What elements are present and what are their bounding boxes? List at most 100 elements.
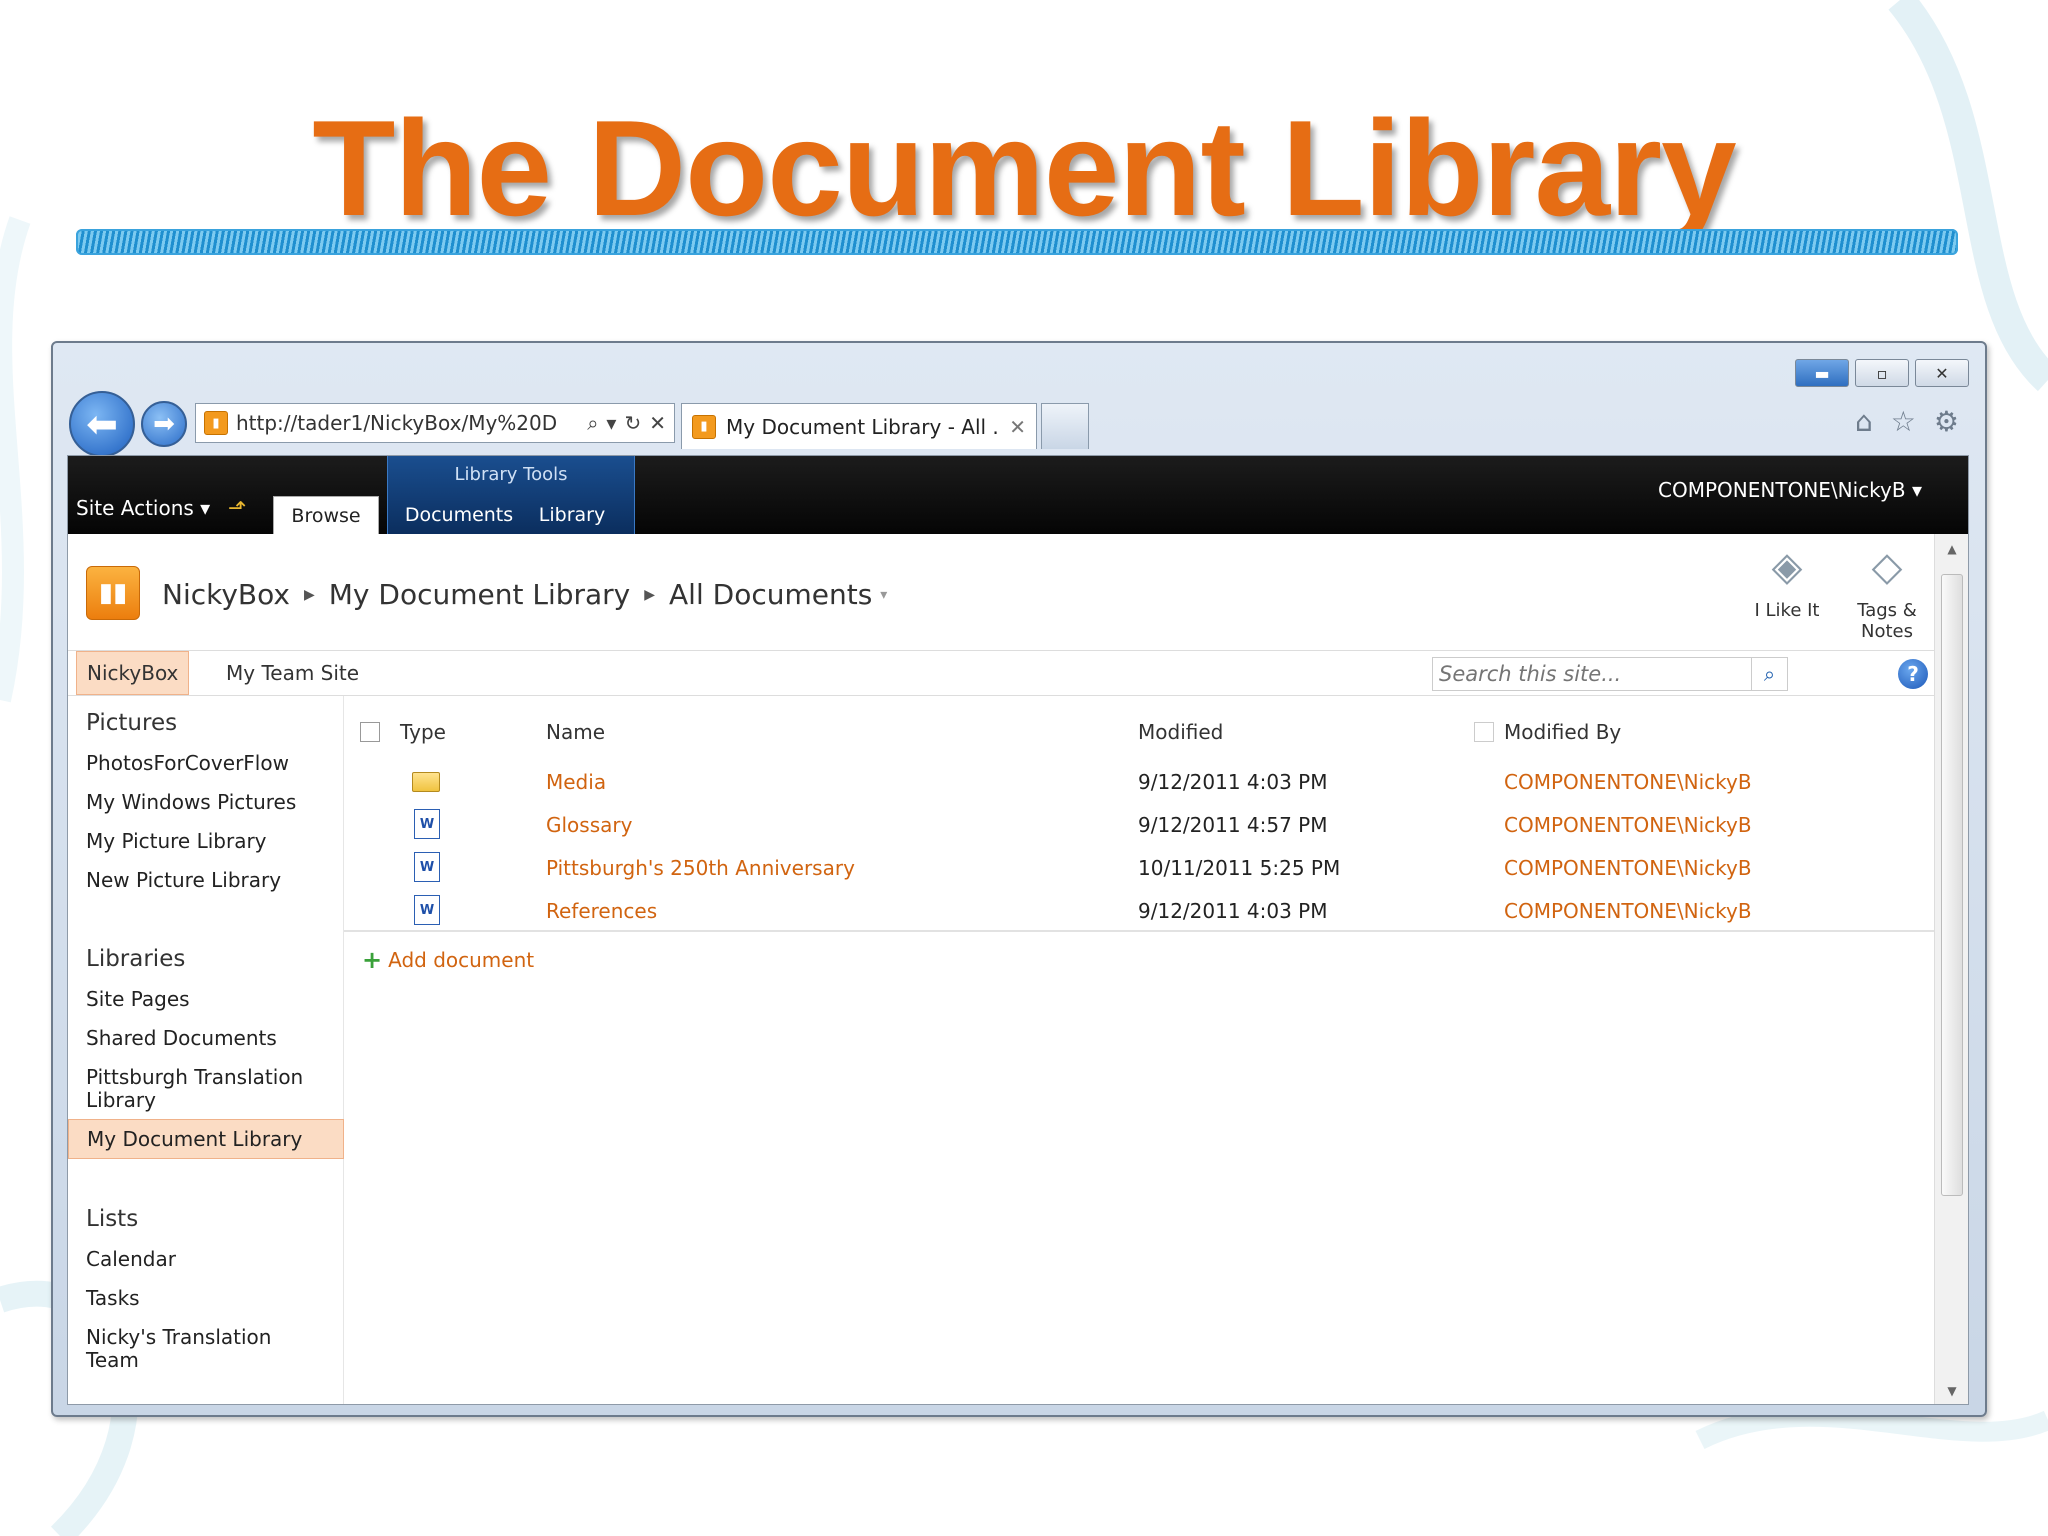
minimize-icon[interactable]: ▬ <box>1795 359 1849 387</box>
item-modified: 9/12/2011 4:03 PM <box>1138 770 1328 794</box>
document-list: Type Name Modified Modified By Media 9/1… <box>344 696 1936 1404</box>
item-name[interactable]: Glossary <box>546 813 632 837</box>
search-box: ⌕ <box>1432 657 1788 691</box>
nav-item-new-picture-library[interactable]: New Picture Library <box>86 869 326 892</box>
library-tools-group: Library Tools Documents Library <box>387 456 635 534</box>
topnav-item-my-team-site[interactable]: My Team Site <box>216 651 369 695</box>
search-icon[interactable]: ⌕ <box>587 411 598 435</box>
search-input[interactable] <box>1433 658 1751 690</box>
column-header-modified-by[interactable]: Modified By <box>1504 720 1621 744</box>
scrollbar-thumb[interactable] <box>1941 574 1963 1196</box>
tags-notes-label-2: Notes <box>1861 621 1913 642</box>
list-divider <box>344 930 1936 932</box>
column-header-name[interactable]: Name <box>546 720 605 744</box>
nav-item-pittsburgh-translation-library[interactable]: Pittsburgh Translation Library <box>86 1066 326 1112</box>
plus-icon: + <box>362 946 383 974</box>
nav-item-my-document-library[interactable]: My Document Library <box>68 1119 344 1159</box>
table-row[interactable]: W Glossary 9/12/2011 4:57 PM COMPONENTON… <box>344 803 1936 846</box>
breadcrumb-view[interactable]: All Documents <box>669 578 872 611</box>
item-modified-by[interactable]: COMPONENTONE\NickyB <box>1504 813 1752 837</box>
like-tag-icon: ◈ <box>1771 544 1803 590</box>
word-document-icon: W <box>414 852 440 882</box>
nav-heading-libraries[interactable]: Libraries <box>86 946 185 972</box>
quick-launch: Pictures PhotosForCoverFlow My Windows P… <box>68 696 344 1404</box>
table-row[interactable]: W Pittsburgh's 250th Anniversary 10/11/2… <box>344 846 1936 889</box>
table-row[interactable]: W References 9/12/2011 4:03 PM COMPONENT… <box>344 889 1936 932</box>
site-logo-icon[interactable]: ▮▮ <box>86 566 140 620</box>
breadcrumb-library[interactable]: My Document Library <box>329 578 631 611</box>
add-document-link[interactable]: + Add document <box>362 946 534 974</box>
navigate-up-icon[interactable]: ⬏ <box>228 496 246 521</box>
help-icon[interactable]: ? <box>1898 659 1928 689</box>
item-modified: 9/12/2011 4:03 PM <box>1138 899 1328 923</box>
browser-toolbar-icons: ⌂ ☆ ⚙ <box>1855 405 1959 438</box>
browser-tab-active[interactable]: ▮ My Document Library - All ... ✕ <box>681 403 1037 449</box>
forward-arrow-icon[interactable]: ➡ <box>141 401 187 447</box>
tags-notes-button[interactable]: ◇ Tags & Notes <box>1842 544 1932 642</box>
tab-close-icon[interactable]: ✕ <box>1009 415 1026 439</box>
select-all-checkbox[interactable] <box>360 722 380 742</box>
nav-item-my-windows-pictures[interactable]: My Windows Pictures <box>86 791 326 814</box>
nav-item-shared-documents[interactable]: Shared Documents <box>86 1027 326 1050</box>
home-icon[interactable]: ⌂ <box>1855 405 1873 438</box>
nav-item-nickys-translation-team[interactable]: Nicky's Translation Team <box>86 1326 326 1372</box>
item-modified-by[interactable]: COMPONENTONE\NickyB <box>1504 770 1752 794</box>
title-underline <box>76 229 1958 255</box>
scroll-up-icon[interactable]: ▲ <box>1935 542 1968 556</box>
nav-heading-pictures[interactable]: Pictures <box>86 710 177 736</box>
sharepoint-favicon-icon: ▮ <box>204 411 228 435</box>
tab-browse[interactable]: Browse <box>273 496 379 534</box>
item-modified-by[interactable]: COMPONENTONE\NickyB <box>1504 899 1752 923</box>
browser-window: ▬ ▫ ✕ ⬅ ➡ ▮ http://tader1/NickyBox/My%20… <box>51 341 1987 1417</box>
tab-library[interactable]: Library <box>528 496 616 534</box>
star-icon[interactable]: ☆ <box>1891 405 1916 438</box>
nav-heading-lists[interactable]: Lists <box>86 1206 138 1232</box>
gear-icon[interactable]: ⚙ <box>1934 405 1959 438</box>
window-controls: ▬ ▫ ✕ <box>1795 359 1969 387</box>
i-like-it-button[interactable]: ◈ I Like It <box>1742 544 1832 621</box>
search-icon[interactable]: ⌕ <box>1751 658 1787 690</box>
item-modified: 9/12/2011 4:57 PM <box>1138 813 1328 837</box>
topnav-item-nickybox[interactable]: NickyBox <box>76 651 190 695</box>
address-bar[interactable]: ▮ http://tader1/NickyBox/My%20D ⌕ ▾ ↻ ✕ <box>195 403 675 443</box>
item-name[interactable]: Pittsburgh's 250th Anniversary <box>546 856 855 880</box>
breadcrumb-arrow-icon: ▶ <box>303 586 315 603</box>
column-header-type[interactable]: Type <box>400 720 446 744</box>
user-menu[interactable]: COMPONENTONE\NickyB ▾ <box>1658 478 1922 502</box>
nav-item-calendar[interactable]: Calendar <box>86 1248 326 1271</box>
nav-item-photosforcoverflow[interactable]: PhotosForCoverFlow <box>86 752 326 775</box>
breadcrumb-site[interactable]: NickyBox <box>162 578 290 611</box>
item-name[interactable]: Media <box>546 770 606 794</box>
item-modified: 10/11/2011 5:25 PM <box>1138 856 1341 880</box>
scroll-down-icon[interactable]: ▼ <box>1935 1384 1968 1398</box>
vertical-scrollbar[interactable]: ▲ ▼ <box>1934 534 1968 1404</box>
new-tab-button[interactable] <box>1041 403 1089 449</box>
title-area: ▮▮ NickyBox ▶ My Document Library ▶ All … <box>68 534 1936 650</box>
dropdown-arrow-icon[interactable]: ▾ <box>606 411 616 435</box>
column-header-modified[interactable]: Modified <box>1138 720 1223 744</box>
library-tools-label: Library Tools <box>454 464 568 485</box>
nav-item-tasks[interactable]: Tasks <box>86 1287 326 1310</box>
restore-icon[interactable]: ▫ <box>1855 359 1909 387</box>
close-icon[interactable]: ✕ <box>1915 359 1969 387</box>
table-row[interactable]: Media 9/12/2011 4:03 PM COMPONENTONE\Nic… <box>344 760 1936 803</box>
address-url[interactable]: http://tader1/NickyBox/My%20D <box>236 411 579 435</box>
word-document-icon: W <box>414 895 440 925</box>
back-arrow-icon[interactable]: ⬅ <box>69 391 135 457</box>
refresh-icon[interactable]: ↻ <box>624 411 641 435</box>
folder-icon <box>412 772 440 792</box>
tab-documents[interactable]: Documents <box>404 496 514 534</box>
item-modified-by[interactable]: COMPONENTONE\NickyB <box>1504 856 1752 880</box>
column-checkbox[interactable] <box>1474 722 1494 742</box>
item-name[interactable]: References <box>546 899 657 923</box>
tags-notes-icon: ◇ <box>1871 544 1903 590</box>
nav-item-my-picture-library[interactable]: My Picture Library <box>86 830 326 853</box>
top-navigation: NickyBox My Team Site ⌕ ? <box>68 650 1936 696</box>
nav-item-site-pages[interactable]: Site Pages <box>86 988 326 1011</box>
tags-notes-label-1: Tags & <box>1857 600 1917 621</box>
stop-icon[interactable]: ✕ <box>649 411 666 435</box>
site-actions-menu[interactable]: Site Actions ▾ <box>76 496 210 520</box>
breadcrumb: NickyBox ▶ My Document Library ▶ All Doc… <box>162 578 887 611</box>
page-viewport: Site Actions ▾ ⬏ Browse Library Tools Do… <box>67 455 1969 1405</box>
view-dropdown-icon[interactable]: ▾ <box>880 587 887 603</box>
